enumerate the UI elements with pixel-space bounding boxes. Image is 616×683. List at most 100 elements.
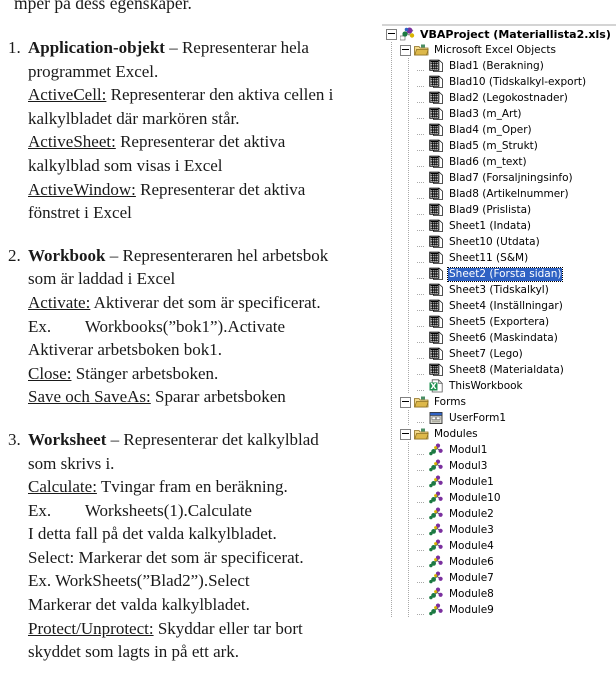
- tree-node-label[interactable]: Module6: [448, 556, 495, 569]
- tree-node[interactable]: Sheet11 (S&M): [382, 250, 616, 266]
- tree-node[interactable]: Sheet5 (Exportera): [382, 314, 616, 330]
- tree-node[interactable]: Modules: [382, 426, 616, 442]
- sheet-icon: [429, 219, 444, 233]
- tree-node-label[interactable]: Module8: [448, 588, 495, 601]
- tree-node[interactable]: Sheet6 (Maskindata): [382, 330, 616, 346]
- tree-node[interactable]: Module7: [382, 570, 616, 586]
- tree-node-label[interactable]: Modul1: [448, 444, 488, 457]
- tree-node-label[interactable]: Sheet8 (Materialdata): [448, 364, 565, 377]
- tree-node[interactable]: Blad1 (Berakning): [382, 58, 616, 74]
- tree-node[interactable]: Modul3: [382, 458, 616, 474]
- tree-node-label[interactable]: Modul3: [448, 460, 488, 473]
- term-underlined: Protect/Unprotect:: [28, 618, 154, 638]
- tree-node-label[interactable]: Module1: [448, 476, 495, 489]
- tree-node[interactable]: Module3: [382, 522, 616, 538]
- tree-node-label[interactable]: Sheet2 (Forsta sidan): [446, 266, 564, 282]
- tree-node-label[interactable]: Blad3 (m_Art): [448, 108, 523, 121]
- tree-guide-line: [408, 474, 409, 490]
- tree-node-label[interactable]: Module4: [448, 540, 495, 553]
- tree-node-label[interactable]: Sheet5 (Exportera): [448, 316, 550, 329]
- tree-node[interactable]: Sheet4 (Inställningar): [382, 298, 616, 314]
- tree-node-label[interactable]: Sheet4 (Inställningar): [448, 300, 564, 313]
- tree-node[interactable]: Sheet7 (Lego): [382, 346, 616, 362]
- tree-node-label[interactable]: Module10: [448, 492, 502, 505]
- tree-node-label[interactable]: Blad8 (Artikelnummer): [448, 188, 570, 201]
- text-run: kalkylbladet där markören står.: [28, 108, 240, 128]
- tree-node-label[interactable]: Sheet1 (Indata): [448, 220, 532, 233]
- tree-node[interactable]: Blad5 (m_Strukt): [382, 138, 616, 154]
- tree-node[interactable]: Sheet3 (Tidskalkyl): [382, 282, 616, 298]
- tree-node-label[interactable]: Blad5 (m_Strukt): [448, 140, 539, 153]
- tree-node-label[interactable]: Module9: [448, 604, 495, 617]
- tree-node-label[interactable]: Blad7 (Forsaljningsinfo): [448, 172, 574, 185]
- text-line: Markerar det valda kalkylbladet.: [28, 593, 382, 617]
- folder-icon: [414, 427, 429, 441]
- tree-node-label[interactable]: Blad9 (Prislista): [448, 204, 532, 217]
- tree-node[interactable]: Module8: [382, 586, 616, 602]
- tree-node[interactable]: Module10: [382, 490, 616, 506]
- list-item-number: 1.: [8, 38, 21, 57]
- tree-node[interactable]: Sheet10 (Utdata): [382, 234, 616, 250]
- tree-node[interactable]: Blad10 (Tidskalkyl-export): [382, 74, 616, 90]
- tree-node[interactable]: Module1: [382, 474, 616, 490]
- collapse-toggle-icon[interactable]: [400, 44, 411, 56]
- tree-node[interactable]: Blad4 (m_Oper): [382, 122, 616, 138]
- tree-node[interactable]: Microsoft Excel Objects: [382, 42, 616, 58]
- tree-node-label[interactable]: Sheet7 (Lego): [448, 348, 524, 361]
- tree-node[interactable]: VBAProject (Materiallista2.xls): [382, 26, 616, 42]
- tree-node[interactable]: X ThisWorkbook: [382, 378, 616, 394]
- tree-node-label[interactable]: Blad1 (Berakning): [448, 60, 545, 73]
- tree-guide-line: [408, 506, 409, 522]
- tree-node[interactable]: Blad6 (m_text): [382, 154, 616, 170]
- collapse-toggle-icon[interactable]: [400, 396, 411, 408]
- tree-node[interactable]: Blad8 (Artikelnummer): [382, 186, 616, 202]
- vba-project-explorer-panel[interactable]: VBAProject (Materiallista2.xls) Microsoft…: [382, 24, 616, 650]
- tree-node-label[interactable]: Sheet11 (S&M): [448, 252, 529, 265]
- tree-node-label[interactable]: Module7: [448, 572, 495, 585]
- text-line: Ex. WorkSheets(”Blad2”).Select: [28, 569, 382, 593]
- tree-node[interactable]: Module4: [382, 538, 616, 554]
- tree-node[interactable]: Blad3 (m_Art): [382, 106, 616, 122]
- module-icon: [429, 587, 444, 601]
- tree-node[interactable]: Sheet2 (Forsta sidan): [382, 266, 616, 282]
- tree-node-label[interactable]: Module2: [448, 508, 495, 521]
- tree-node[interactable]: Blad2 (Legokostnader): [382, 90, 616, 106]
- collapse-toggle-icon[interactable]: [400, 428, 411, 440]
- tree-node[interactable]: Module9: [382, 602, 616, 618]
- text-line: Protect/Unprotect: Skyddar eller tar bor…: [28, 617, 382, 641]
- tree-node[interactable]: Sheet8 (Materialdata): [382, 362, 616, 378]
- tree-node-label[interactable]: Blad6 (m_text): [448, 156, 528, 169]
- list-item: 1. Application-objekt – Representerar hel…: [0, 36, 382, 225]
- tree-node-label[interactable]: VBAProject (Materiallista2.xls): [419, 28, 612, 41]
- tree-node-label[interactable]: Sheet10 (Utdata): [448, 236, 541, 249]
- tree-node-label[interactable]: Modules: [433, 428, 479, 441]
- tree-node[interactable]: Module2: [382, 506, 616, 522]
- tree-guide-line: [391, 474, 392, 490]
- tree-guide-line: [391, 250, 392, 266]
- text-line: Ex. Workbooks(”bok1”).Activate: [28, 315, 382, 339]
- text-run: Aktiverar arbetsboken bok1.: [28, 340, 223, 360]
- tree-node-label[interactable]: Blad4 (m_Oper): [448, 124, 533, 137]
- tree-node-label[interactable]: ThisWorkbook: [448, 380, 524, 393]
- tree-node[interactable]: Modul1: [382, 442, 616, 458]
- tree-node-label[interactable]: Module3: [448, 524, 495, 537]
- tree-node[interactable]: Sheet1 (Indata): [382, 218, 616, 234]
- tree-guide-line: [408, 186, 409, 202]
- tree-guide-line: [391, 506, 392, 522]
- tree-node[interactable]: Forms: [382, 394, 616, 410]
- tree-node-label[interactable]: UserForm1: [448, 412, 507, 425]
- collapse-toggle-icon[interactable]: [386, 28, 397, 40]
- tree-guide-line: [391, 218, 392, 234]
- tree-node-label[interactable]: Sheet6 (Maskindata): [448, 332, 559, 345]
- tree-node-label[interactable]: Microsoft Excel Objects: [433, 44, 557, 57]
- tree-node-label[interactable]: Blad2 (Legokostnader): [448, 92, 569, 105]
- text-line: Worksheet – Representerar det kalkylblad: [28, 428, 382, 452]
- tree-node-label[interactable]: Blad10 (Tidskalkyl-export): [448, 76, 587, 89]
- tree-node[interactable]: UserForm1: [382, 410, 616, 426]
- tree-node-label[interactable]: Forms: [433, 396, 467, 409]
- tree-node[interactable]: Module6: [382, 554, 616, 570]
- tree-node-label[interactable]: Sheet3 (Tidskalkyl): [448, 284, 550, 297]
- text-line: ActiveWindow: Representerar det aktiva: [28, 178, 382, 202]
- tree-node[interactable]: Blad7 (Forsaljningsinfo): [382, 170, 616, 186]
- tree-node[interactable]: Blad9 (Prislista): [382, 202, 616, 218]
